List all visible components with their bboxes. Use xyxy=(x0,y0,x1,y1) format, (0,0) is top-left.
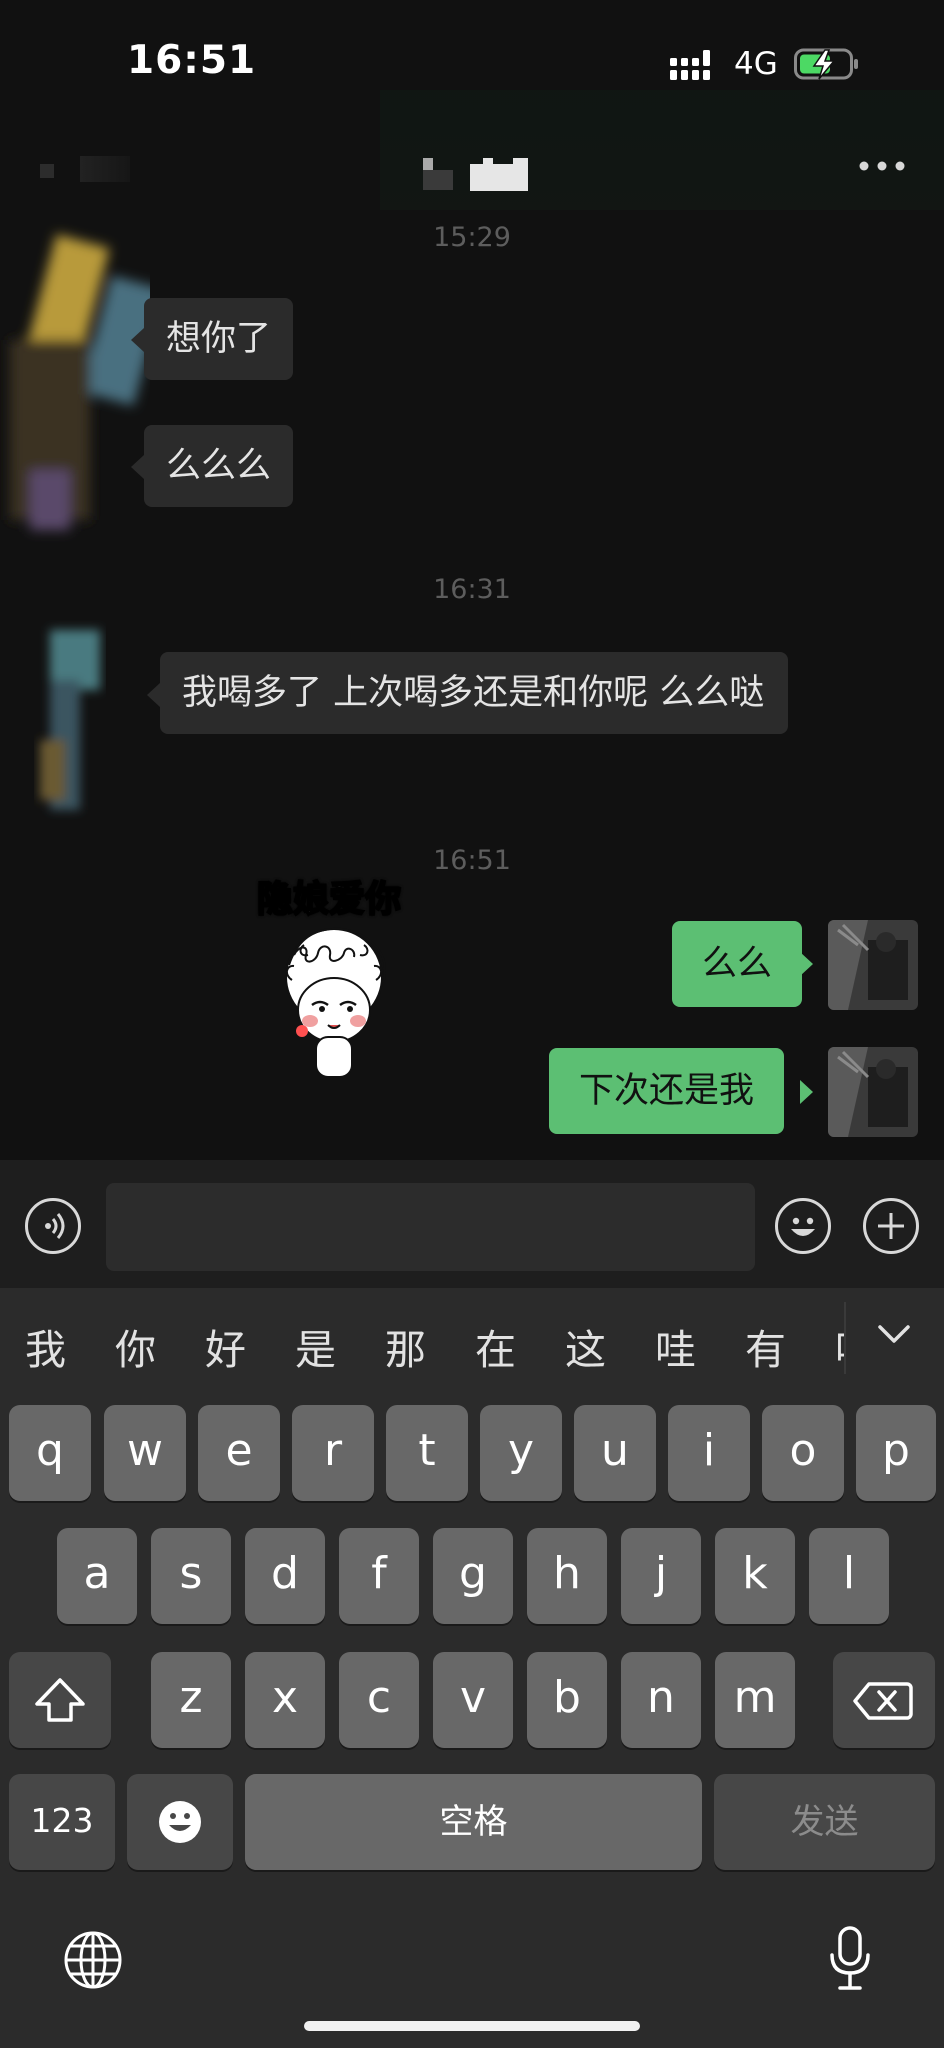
key-j[interactable]: j xyxy=(621,1528,701,1624)
key-i[interactable]: i xyxy=(668,1405,750,1501)
contact-avatar[interactable] xyxy=(10,620,140,820)
emoji-icon xyxy=(159,1801,201,1843)
key-v[interactable]: v xyxy=(433,1652,513,1748)
my-avatar[interactable] xyxy=(828,920,918,1010)
key-w[interactable]: w xyxy=(104,1405,186,1501)
contact-avatar[interactable] xyxy=(0,220,165,560)
bubble-tail xyxy=(800,1080,813,1104)
key-s[interactable]: s xyxy=(151,1528,231,1624)
numbers-key[interactable]: 123 xyxy=(9,1774,115,1870)
sticker-caption: 隐娘爱你 xyxy=(256,878,402,921)
key-o[interactable]: o xyxy=(762,1405,844,1501)
key-r[interactable]: r xyxy=(292,1405,374,1501)
emoji-button-icon[interactable] xyxy=(775,1198,831,1254)
incoming-message-bubble[interactable]: 想你了 xyxy=(144,298,294,380)
my-avatar[interactable] xyxy=(828,1047,918,1137)
send-key[interactable]: 发送 xyxy=(714,1774,935,1870)
battery-charging-icon xyxy=(794,48,858,80)
key-g[interactable]: g xyxy=(433,1528,513,1624)
backspace-key[interactable] xyxy=(833,1652,935,1748)
key-q[interactable]: q xyxy=(9,1405,91,1501)
candidate-word[interactable]: 哇 xyxy=(655,1316,696,1376)
message-input[interactable] xyxy=(106,1183,755,1271)
key-z[interactable]: z xyxy=(151,1652,231,1748)
candidate-word[interactable]: 好 xyxy=(205,1316,246,1376)
shift-key[interactable] xyxy=(9,1652,111,1748)
microphone-icon[interactable] xyxy=(828,1925,872,1993)
candidate-word[interactable]: 我 xyxy=(25,1316,66,1376)
header-backdrop xyxy=(380,90,944,210)
incoming-message-bubble[interactable]: 么么么 xyxy=(144,425,294,507)
candidate-word[interactable]: 是 xyxy=(295,1316,336,1376)
candidate-word[interactable]: 这 xyxy=(565,1316,606,1376)
bubble-tail xyxy=(147,683,160,707)
signal-icon xyxy=(670,50,710,80)
message-timestamp: 16:51 xyxy=(433,845,511,876)
key-b[interactable]: b xyxy=(527,1652,607,1748)
network-type: 4G xyxy=(734,46,778,82)
status-time: 16:51 xyxy=(127,38,257,83)
backspace-icon xyxy=(853,1682,913,1720)
bubble-tail xyxy=(131,328,144,352)
home-indicator[interactable] xyxy=(304,2021,640,2031)
key-k[interactable]: k xyxy=(715,1528,795,1624)
key-m[interactable]: m xyxy=(715,1652,795,1748)
space-key[interactable]: 空格 xyxy=(245,1774,702,1870)
sticker-message[interactable]: 隐娘爱你 xyxy=(244,870,414,1090)
candidate-word[interactable]: 有 xyxy=(745,1316,786,1376)
key-p[interactable]: p xyxy=(856,1405,936,1501)
shift-icon xyxy=(35,1678,85,1722)
outgoing-message-bubble[interactable]: 下次还是我 xyxy=(549,1048,785,1134)
key-c[interactable]: c xyxy=(339,1652,419,1748)
candidate-word[interactable]: 在 xyxy=(475,1316,516,1376)
key-n[interactable]: n xyxy=(621,1652,701,1748)
key-u[interactable]: u xyxy=(574,1405,656,1501)
key-d[interactable]: d xyxy=(245,1528,325,1624)
key-y[interactable]: y xyxy=(480,1405,562,1501)
candidate-word[interactable]: 那 xyxy=(385,1316,426,1376)
chevron-down-icon[interactable] xyxy=(877,1323,911,1345)
bubble-tail xyxy=(800,952,813,976)
emoji-key[interactable] xyxy=(127,1774,233,1870)
globe-icon[interactable] xyxy=(63,1930,123,1990)
add-more-icon[interactable] xyxy=(863,1198,919,1254)
bubble-tail xyxy=(131,455,144,479)
more-icon[interactable] xyxy=(856,152,908,180)
chat-title-redacted xyxy=(423,158,528,191)
key-a[interactable]: a xyxy=(57,1528,137,1624)
candidate-word[interactable]: 你 xyxy=(115,1316,156,1376)
back-button[interactable] xyxy=(30,150,140,190)
key-t[interactable]: t xyxy=(386,1405,468,1501)
key-x[interactable]: x xyxy=(245,1652,325,1748)
key-h[interactable]: h xyxy=(527,1528,607,1624)
message-timestamp: 16:31 xyxy=(433,574,511,605)
voice-input-icon[interactable] xyxy=(25,1198,81,1254)
outgoing-message-bubble[interactable]: 么么 xyxy=(672,921,803,1007)
key-l[interactable]: l xyxy=(809,1528,889,1624)
key-f[interactable]: f xyxy=(339,1528,419,1624)
incoming-message-bubble[interactable]: 我喝多了 上次喝多还是和你呢 么么哒 xyxy=(160,652,788,734)
candidate-divider xyxy=(844,1302,846,1374)
key-e[interactable]: e xyxy=(198,1405,280,1501)
